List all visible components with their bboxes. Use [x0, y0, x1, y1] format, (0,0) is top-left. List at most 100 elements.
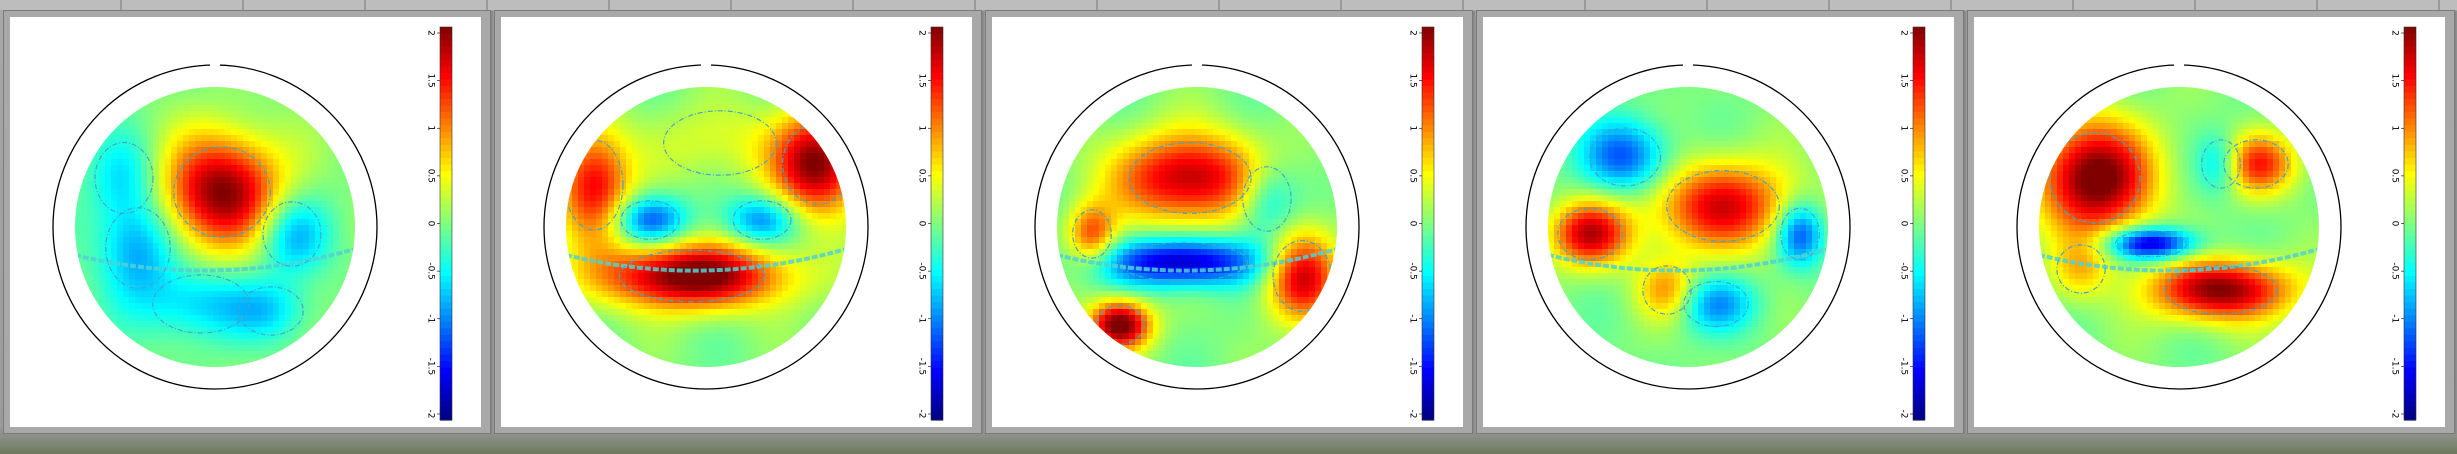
heat-cell	[1129, 111, 1136, 118]
heat-cell	[1165, 117, 1172, 124]
heat-cell	[776, 285, 783, 292]
plot-window-3[interactable]: 2 1.5 1 0.5 0 -0.5 -1 -1.5 -2	[985, 10, 1478, 434]
heat-cell	[680, 273, 687, 280]
heat-cell	[255, 291, 262, 298]
heat-cell	[1279, 207, 1286, 214]
heat-cell	[285, 183, 292, 190]
plot-window-2[interactable]: 2 1.5 1 0.5 0 -0.5 -1 -1.5 -2	[494, 10, 987, 434]
heat-cell	[159, 309, 166, 316]
heat-cell	[1213, 147, 1220, 154]
heat-cell	[674, 183, 681, 190]
heat-cell	[824, 261, 831, 268]
heat-cell	[662, 189, 669, 196]
heat-cell	[261, 195, 268, 202]
heat-cell	[189, 237, 196, 244]
heat-cell	[692, 225, 699, 232]
heat-cell	[1063, 171, 1070, 178]
heat-cell	[608, 183, 615, 190]
heat-cell	[261, 309, 268, 316]
heat-cell	[1249, 243, 1256, 250]
heat-cell	[339, 201, 346, 208]
heat-cell	[776, 339, 783, 346]
heat-cell	[1087, 213, 1094, 220]
colorbar-segment	[931, 203, 943, 211]
heat-cell	[333, 225, 340, 232]
heat-cell	[1069, 171, 1076, 178]
heat-cell	[285, 177, 292, 184]
heat-cell	[201, 165, 208, 172]
heat-cell	[794, 339, 801, 346]
heat-cell	[842, 177, 846, 184]
heat-cell	[656, 171, 663, 178]
colorbar-segment	[440, 99, 452, 107]
heat-cell	[1087, 177, 1094, 184]
heat-cell	[1285, 159, 1292, 166]
heat-cell	[716, 213, 723, 220]
heat-cell	[686, 273, 693, 280]
heat-cell	[1225, 207, 1232, 214]
heat-cell	[1213, 237, 1220, 244]
heat-cell	[740, 255, 747, 262]
heat-cell	[716, 147, 723, 154]
heat-cell	[1261, 219, 1268, 226]
heat-cell	[1255, 117, 1262, 124]
heat-cell	[279, 339, 286, 346]
heat-cell	[626, 141, 633, 148]
heat-cell	[620, 255, 627, 262]
heat-cell	[632, 177, 639, 184]
heat-cell	[722, 135, 729, 142]
heat-cell	[165, 285, 172, 292]
heat-cell	[183, 177, 190, 184]
heat-cell	[87, 225, 94, 232]
heat-cell	[141, 117, 148, 124]
heat-cell	[1309, 207, 1316, 214]
heat-cell	[1261, 147, 1268, 154]
heat-cell	[1087, 135, 1094, 142]
heat-cell	[1123, 111, 1130, 118]
heat-cell	[728, 243, 735, 250]
heat-cell	[291, 219, 298, 226]
colorbar-segment	[440, 158, 452, 166]
heat-cell	[219, 87, 226, 94]
heat-cell	[165, 207, 172, 214]
heat-cell	[596, 321, 603, 328]
heat-cell	[1231, 159, 1238, 166]
heat-cell	[578, 267, 585, 274]
heat-cell	[692, 189, 699, 196]
heat-cell	[243, 237, 250, 244]
heat-cell	[1243, 147, 1250, 154]
heat-cell	[243, 99, 250, 106]
heat-cell	[153, 279, 160, 286]
heat-cell	[806, 315, 813, 322]
heat-cell	[662, 141, 669, 148]
heat-cell	[668, 273, 675, 280]
heat-cell	[243, 165, 250, 172]
heat-cell	[1255, 99, 1262, 106]
heat-cell	[177, 147, 184, 154]
plot-window-1[interactable]: 2 1.5 1 0.5 0 -0.5 -1 -1.5 -2	[3, 10, 496, 434]
colorbar: 21.510.50-0.5-1-1.5-2	[917, 26, 944, 421]
heat-cell	[171, 291, 178, 298]
heat-cell	[734, 279, 741, 286]
heat-cell	[1273, 201, 1280, 208]
heat-cell	[123, 159, 130, 166]
heat-cell	[686, 207, 693, 214]
heat-cell	[1255, 123, 1262, 130]
heat-cell	[351, 231, 355, 238]
heat-cell	[141, 135, 148, 142]
heat-cell	[249, 333, 256, 340]
heat-cell	[1231, 99, 1238, 106]
colorbar-segment	[931, 341, 943, 349]
heat-cell	[728, 123, 735, 130]
heat-cell	[1189, 207, 1196, 214]
heat-cell	[321, 273, 328, 280]
heat-cell	[255, 111, 262, 118]
heat-cell	[704, 333, 711, 340]
heat-cell	[1255, 129, 1262, 136]
heat-cell	[351, 201, 355, 208]
heat-cell	[159, 345, 166, 352]
heat-cell	[219, 135, 226, 142]
heat-cell	[794, 141, 801, 148]
heat-cell	[195, 189, 202, 196]
heat-cell	[1183, 213, 1190, 220]
